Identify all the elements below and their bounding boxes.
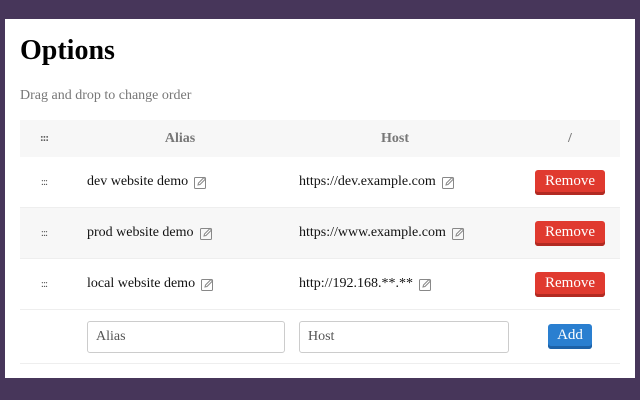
alias-text: local website demo [87,276,196,291]
drag-handle-icon[interactable]: ::: [41,278,48,290]
hosts-table: ::: Alias Host / ::: dev website demohttp… [20,120,620,364]
alias-text: dev website demo [87,174,189,189]
table-row[interactable]: ::: local website demo http://192.168.**.*… [20,259,620,310]
header-action: / [568,130,572,146]
edit-alias-icon[interactable] [199,227,213,240]
edit-host-icon[interactable] [418,278,432,291]
alias-input[interactable] [87,320,285,353]
edit-alias-icon[interactable] [201,278,214,291]
host-text: http://192.168.**.** [299,276,413,291]
header-alias: Alias [164,130,196,146]
remove-button[interactable]: Remove [535,169,605,195]
host-input[interactable] [299,320,509,353]
drag-handle-icon[interactable]: ::: [41,176,48,188]
add-button[interactable]: Add [548,324,592,349]
alias-text: prod website demo [87,225,194,240]
drag-handle-icon: ::: [40,132,49,144]
table-header: ::: Alias Host / [20,120,620,157]
edit-alias-icon[interactable] [194,176,207,189]
options-panel: Options Drag and drop to change order ::… [5,19,635,378]
edit-host-icon[interactable] [441,176,455,189]
page-subtitle: Drag and drop to change order [20,88,192,103]
page-title: Options [20,35,115,66]
remove-button[interactable]: Remove [535,220,605,246]
host-text: https://dev.example.com [299,174,436,189]
table-row[interactable]: ::: dev website demo https://dev.example.c… [20,157,620,208]
drag-handle-icon[interactable]: ::: [41,227,48,239]
header-host: Host [381,130,409,146]
remove-button[interactable]: Remove [535,271,605,297]
edit-host-icon[interactable] [451,227,465,240]
new-entry-row: Add [20,310,620,364]
table-row[interactable]: ::: prod website demo https://www.example.… [20,208,620,259]
host-text: https://www.example.com [299,225,446,240]
